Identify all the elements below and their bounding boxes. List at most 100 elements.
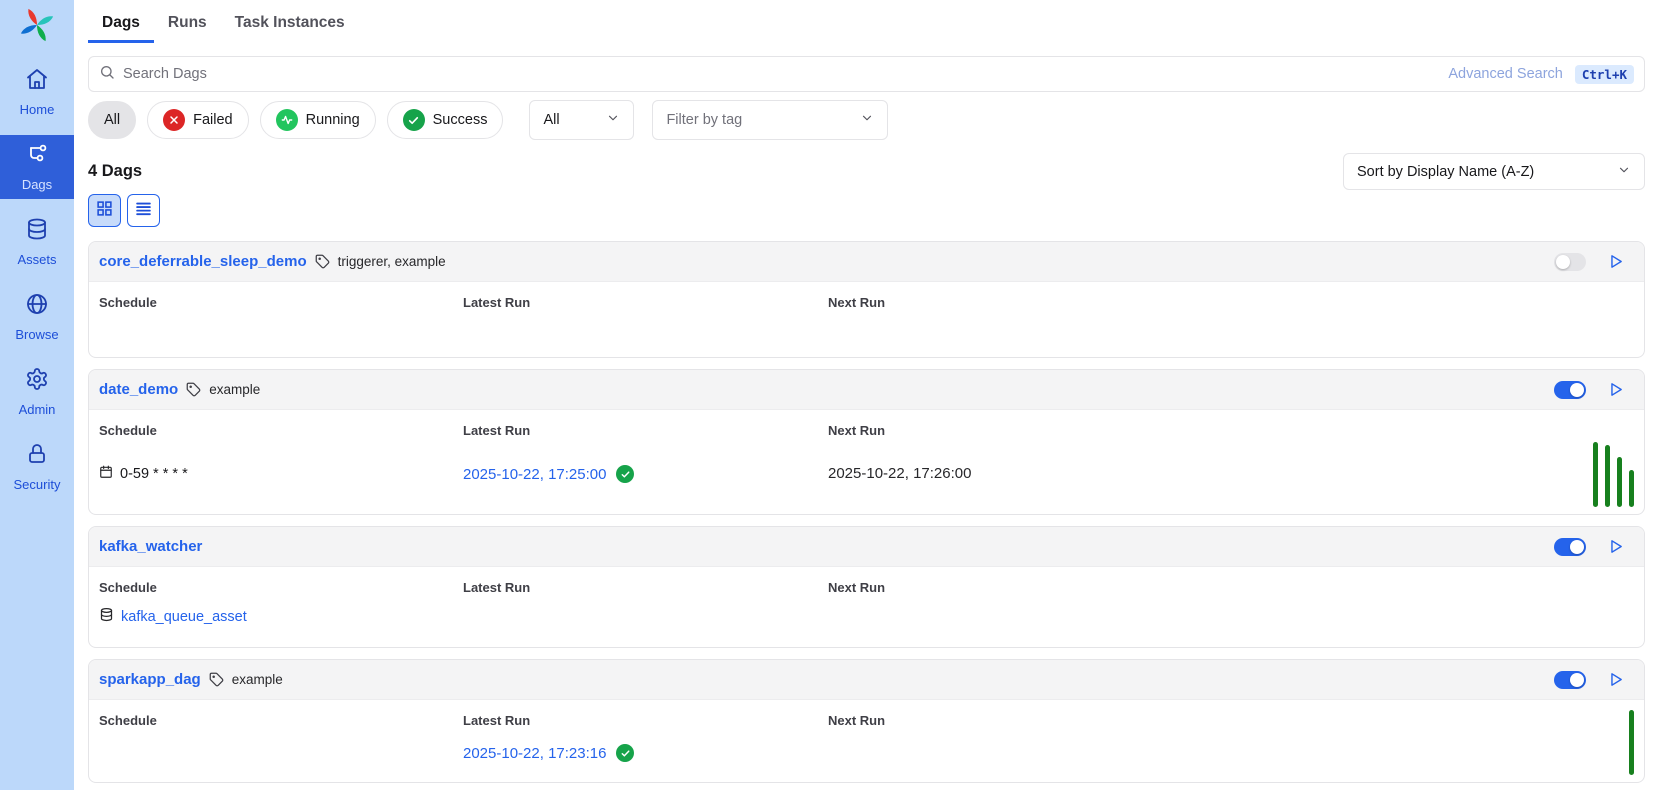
- home-icon: [25, 67, 49, 96]
- chevron-down-icon: [606, 111, 620, 129]
- dag-count: 4 Dags: [88, 162, 142, 181]
- sort-select[interactable]: Sort by Display Name (A-Z): [1343, 153, 1645, 190]
- chevron-down-icon: [860, 111, 874, 129]
- select-value: All: [543, 112, 559, 128]
- run-duration-bar[interactable]: [1593, 442, 1598, 507]
- paused-filter-select[interactable]: All: [529, 100, 634, 140]
- success-check-icon: [616, 465, 634, 483]
- dag-card-list: core_deferrable_sleep_demo triggerer, ex…: [88, 241, 1645, 783]
- toggle-knob: [1570, 383, 1584, 397]
- airflow-pinwheel-icon: [18, 6, 56, 49]
- advanced-search-link[interactable]: Advanced Search: [1448, 66, 1562, 82]
- sidebar-item-dags[interactable]: Dags: [0, 135, 74, 199]
- tab-runs[interactable]: Runs: [154, 12, 221, 43]
- pulse-circle-icon: [276, 109, 298, 131]
- select-placeholder: Filter by tag: [666, 112, 742, 128]
- dag-link[interactable]: sparkapp_dag: [99, 671, 201, 688]
- database-icon: [25, 217, 49, 246]
- trigger-dag-button[interactable]: [1607, 381, 1624, 398]
- shortcut-badge: Ctrl+K: [1575, 65, 1634, 84]
- dag-tags: triggerer, example: [338, 254, 446, 269]
- dag-pause-toggle[interactable]: [1554, 381, 1586, 399]
- dag-pause-toggle[interactable]: [1554, 671, 1586, 689]
- next-run-column: Next Run: [828, 580, 1634, 637]
- sidebar: Home Dags Assets Browse: [0, 0, 74, 790]
- sidebar-item-home[interactable]: Home: [0, 60, 74, 124]
- dag-card: sparkapp_dag example: [88, 659, 1645, 783]
- latest-run-label: Latest Run: [463, 295, 828, 310]
- sidebar-item-admin[interactable]: Admin: [0, 360, 74, 424]
- calendar-icon: [99, 465, 113, 483]
- trigger-dag-button[interactable]: [1607, 538, 1624, 555]
- run-duration-bar[interactable]: [1617, 457, 1622, 507]
- dag-card-body: Schedule Latest Run Next Run: [89, 282, 1644, 357]
- dag-card: core_deferrable_sleep_demo triggerer, ex…: [88, 241, 1645, 358]
- dag-icon: [25, 142, 49, 171]
- schedule-value: 0-59 * * * *: [120, 466, 188, 482]
- trigger-dag-button[interactable]: [1607, 671, 1624, 688]
- next-run-label: Next Run: [828, 295, 1634, 310]
- sidebar-item-label: Assets: [17, 252, 56, 267]
- tag-icon: [209, 672, 224, 687]
- tag-icon: [315, 254, 330, 269]
- dag-link[interactable]: kafka_watcher: [99, 538, 202, 555]
- chip-label: Failed: [193, 112, 233, 128]
- latest-run-link[interactable]: 2025-10-22, 17:23:16: [463, 745, 606, 762]
- next-run-label: Next Run: [828, 580, 1634, 595]
- latest-run-label: Latest Run: [463, 423, 828, 438]
- toggle-knob: [1570, 673, 1584, 687]
- trigger-dag-button[interactable]: [1607, 253, 1624, 270]
- tag-filter-select[interactable]: Filter by tag: [652, 100, 888, 140]
- latest-run-column: Latest Run 2025-10-22, 17:23:16: [463, 713, 828, 772]
- dag-card-body: Schedule 0-59 * * * * Latest Run 2025-10…: [89, 410, 1644, 514]
- dag-card-body: Schedule Latest Run 2025-10-22, 17:23:16…: [89, 700, 1644, 782]
- schedule-column: Schedule 0-59 * * * *: [99, 423, 463, 504]
- dag-pause-toggle[interactable]: [1554, 538, 1586, 556]
- sidebar-item-label: Admin: [19, 402, 56, 417]
- sidebar-item-assets[interactable]: Assets: [0, 210, 74, 274]
- dag-tags: example: [232, 672, 283, 687]
- dag-card-body: Schedule kafka_queue_asset Latest Run Ne…: [89, 567, 1644, 647]
- search-icon: [99, 64, 115, 85]
- recent-runs-bar-chart[interactable]: [1593, 442, 1634, 507]
- search-input[interactable]: [123, 66, 1634, 82]
- list-header: 4 Dags Sort by Display Name (A-Z): [88, 153, 1645, 190]
- dag-card-header: kafka_watcher: [89, 527, 1644, 567]
- run-duration-bar[interactable]: [1629, 710, 1634, 775]
- dag-link[interactable]: date_demo: [99, 381, 178, 398]
- run-duration-bar[interactable]: [1605, 445, 1610, 507]
- schedule-asset-link[interactable]: kafka_queue_asset: [121, 609, 247, 625]
- table-view-button[interactable]: [127, 194, 160, 227]
- tab-task-instances[interactable]: Task Instances: [221, 12, 359, 43]
- run-duration-bar[interactable]: [1629, 470, 1634, 507]
- card-view-button[interactable]: [88, 194, 121, 227]
- select-value: Sort by Display Name (A-Z): [1357, 164, 1534, 180]
- chip-label: Running: [306, 112, 360, 128]
- dag-card-header: date_demo example: [89, 370, 1644, 410]
- schedule-label: Schedule: [99, 580, 463, 595]
- sidebar-item-security[interactable]: Security: [0, 435, 74, 499]
- view-toggles: [88, 194, 1645, 227]
- latest-run-link[interactable]: 2025-10-22, 17:25:00: [463, 466, 606, 483]
- dag-card-header: sparkapp_dag example: [89, 660, 1644, 700]
- filter-chip-all[interactable]: All: [88, 101, 136, 139]
- dag-link[interactable]: core_deferrable_sleep_demo: [99, 253, 307, 270]
- filter-chip-running[interactable]: Running: [260, 101, 376, 139]
- filter-chip-success[interactable]: Success: [387, 101, 504, 139]
- next-run-column: Next Run 2025-10-22, 17:26:00: [828, 423, 1634, 504]
- tab-dags[interactable]: Dags: [88, 12, 154, 43]
- schedule-label: Schedule: [99, 713, 463, 728]
- database-icon: [99, 607, 114, 626]
- recent-runs-bar-chart[interactable]: [1629, 710, 1634, 775]
- filter-chip-failed[interactable]: Failed: [147, 101, 249, 139]
- chip-label: All: [104, 112, 120, 128]
- latest-run-column: Latest Run: [463, 295, 828, 347]
- dag-card: date_demo example S: [88, 369, 1645, 515]
- sidebar-item-label: Browse: [15, 327, 58, 342]
- toggle-knob: [1570, 540, 1584, 554]
- sidebar-item-browse[interactable]: Browse: [0, 285, 74, 349]
- sidebar-item-label: Dags: [22, 177, 52, 192]
- dag-pause-toggle[interactable]: [1554, 253, 1586, 271]
- sidebar-item-label: Home: [20, 102, 55, 117]
- airflow-logo[interactable]: [0, 0, 74, 46]
